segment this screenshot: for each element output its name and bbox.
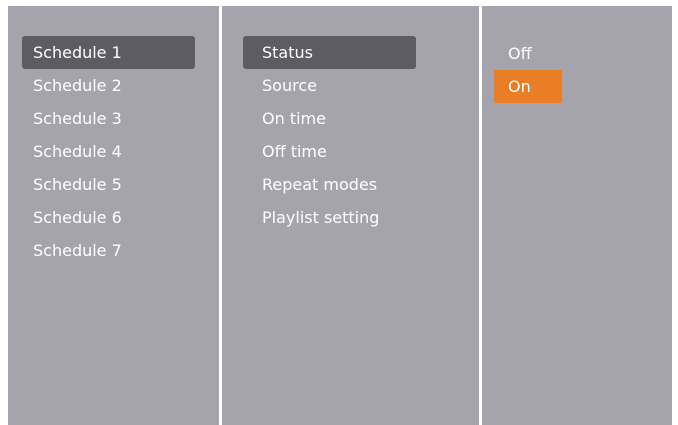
option-off[interactable]: Off [494, 37, 562, 70]
setting-item-on-time[interactable]: On time [243, 102, 416, 135]
schedule-item-7[interactable]: Schedule 7 [22, 234, 195, 267]
setting-item-source[interactable]: Source [243, 69, 416, 102]
setting-item-status[interactable]: Status [243, 36, 416, 69]
setting-item-off-time[interactable]: Off time [243, 135, 416, 168]
status-options-panel: Off On [482, 6, 672, 425]
schedule-list-panel: Schedule 1 Schedule 2 Schedule 3 Schedul… [8, 6, 219, 425]
schedule-item-6[interactable]: Schedule 6 [22, 201, 195, 234]
schedule-item-3[interactable]: Schedule 3 [22, 102, 195, 135]
schedule-item-5[interactable]: Schedule 5 [22, 168, 195, 201]
schedule-item-2[interactable]: Schedule 2 [22, 69, 195, 102]
schedule-item-4[interactable]: Schedule 4 [22, 135, 195, 168]
option-on[interactable]: On [494, 70, 562, 103]
setting-item-repeat-modes[interactable]: Repeat modes [243, 168, 416, 201]
schedule-item-1[interactable]: Schedule 1 [22, 36, 195, 69]
setting-item-playlist-setting[interactable]: Playlist setting [243, 201, 416, 234]
schedule-settings-panel: Status Source On time Off time Repeat mo… [222, 6, 479, 425]
